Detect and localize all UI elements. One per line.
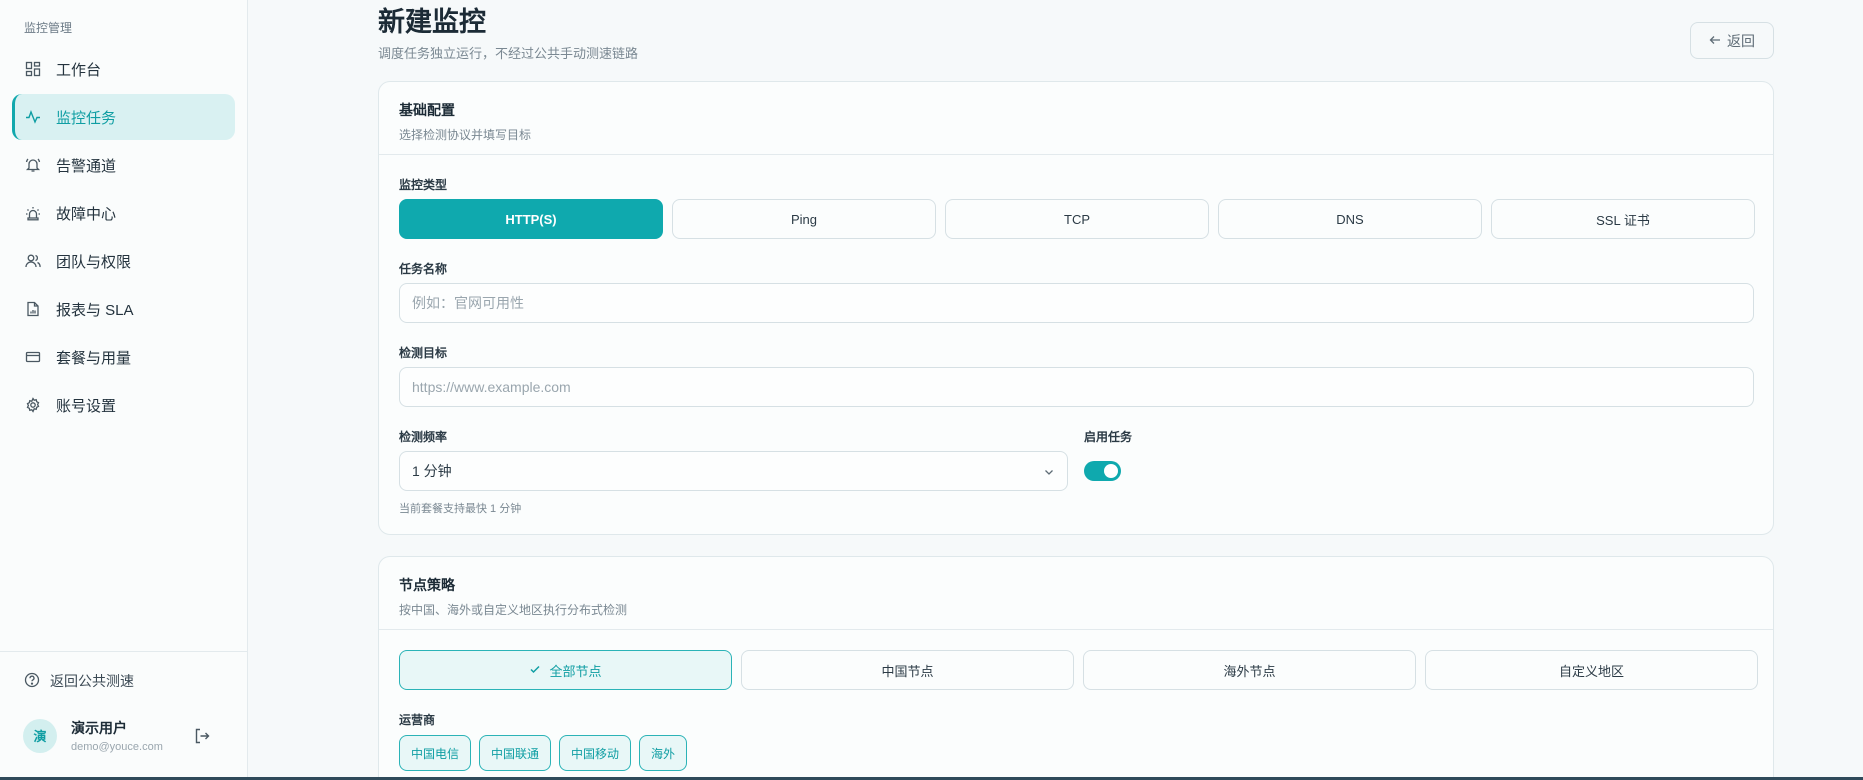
arrow-left-icon [1709, 33, 1721, 49]
check-target-input[interactable] [399, 367, 1754, 407]
type-option-tcp[interactable]: TCP [945, 199, 1209, 239]
sidebar: 监控管理 工作台 监控任务 告警通道 故障中心 团队与权限 报表与 SLA 套餐… [0, 0, 248, 777]
user-profile: 演 演示用户 demo@youce.com [23, 718, 163, 753]
carrier-chip[interactable]: 中国移动 [559, 735, 632, 771]
back-public-label: 返回公共测速 [50, 673, 134, 689]
card-description: 选择检测协议并填写目标 [399, 128, 532, 142]
monitor-type-label: 监控类型 [399, 178, 448, 192]
node-scope-selector: 全部节点 中国节点 海外节点 自定义地区 [399, 650, 1758, 690]
sidebar-nav: 工作台 监控任务 告警通道 故障中心 团队与权限 报表与 SLA 套餐与用量 账… [12, 46, 235, 430]
card-header: 节点策略 按中国、海外或自定义地区执行分布式检测 [379, 557, 1773, 630]
sidebar-item-label: 团队与权限 [56, 253, 132, 271]
siren-icon [24, 204, 42, 222]
avatar: 演 [23, 718, 57, 753]
node-option-custom-region[interactable]: 自定义地区 [1425, 650, 1758, 690]
sidebar-item-reports-sla[interactable]: 报表与 SLA [12, 286, 235, 332]
node-option-china[interactable]: 中国节点 [741, 650, 1074, 690]
sidebar-item-account-settings[interactable]: 账号设置 [12, 382, 235, 428]
task-name-label: 任务名称 [399, 262, 448, 276]
sidebar-item-label: 报表与 SLA [56, 301, 134, 319]
monitor-type-selector: HTTP(S) Ping TCP DNS SSL 证书 [399, 199, 1755, 239]
sidebar-item-label: 监控任务 [56, 109, 117, 127]
sidebar-item-label: 账号设置 [56, 397, 117, 415]
type-option-ping[interactable]: Ping [672, 199, 936, 239]
back-button-label: 返回 [1727, 32, 1755, 49]
page-title: 新建监控 [378, 7, 486, 37]
dashboard-icon [24, 60, 42, 78]
logout-icon[interactable] [193, 727, 211, 745]
sidebar-item-label: 告警通道 [56, 157, 117, 175]
type-option-dns[interactable]: DNS [1218, 199, 1482, 239]
back-button[interactable]: 返回 [1690, 22, 1774, 59]
credit-card-icon [24, 348, 42, 366]
check-icon [529, 663, 541, 678]
sidebar-divider [0, 651, 248, 652]
page-subtitle: 调度任务独立运行，不经过公共手动测速链路 [378, 46, 639, 61]
back-to-public-speedtest-link[interactable]: 返回公共测速 [24, 671, 134, 691]
sidebar-item-label: 套餐与用量 [56, 349, 132, 367]
type-option-https[interactable]: HTTP(S) [399, 199, 663, 239]
enable-task-toggle[interactable] [1084, 461, 1121, 481]
node-strategy-card: 节点策略 按中国、海外或自定义地区执行分布式检测 全部节点 中国节点 海外节点 … [378, 556, 1774, 780]
frequency-hint: 当前套餐支持最快 1 分钟 [399, 503, 522, 515]
carrier-chip[interactable]: 中国电信 [399, 735, 472, 771]
check-target-label: 检测目标 [399, 346, 448, 360]
check-frequency-label: 检测频率 [399, 430, 448, 444]
users-icon [24, 252, 42, 270]
card-title: 基础配置 [399, 102, 455, 118]
node-option-all[interactable]: 全部节点 [399, 650, 732, 690]
basic-config-card: 基础配置 选择检测协议并填写目标 监控类型 HTTP(S) Ping TCP D… [378, 81, 1774, 535]
help-circle-icon [24, 672, 40, 691]
enable-task-label: 启用任务 [1084, 430, 1133, 444]
sidebar-item-incident-center[interactable]: 故障中心 [12, 190, 235, 236]
chevron-down-icon [1043, 465, 1055, 481]
sidebar-item-team-permissions[interactable]: 团队与权限 [12, 238, 235, 284]
carrier-label: 运营商 [399, 713, 436, 727]
card-header: 基础配置 选择检测协议并填写目标 [379, 82, 1773, 155]
sidebar-item-plans-usage[interactable]: 套餐与用量 [12, 334, 235, 380]
check-frequency-select[interactable]: 1 分钟 [399, 451, 1068, 491]
carrier-chips: 中国电信 中国联通 中国移动 海外 [399, 735, 688, 771]
file-chart-icon [24, 300, 42, 318]
node-option-overseas[interactable]: 海外节点 [1083, 650, 1416, 690]
sidebar-item-monitor-tasks[interactable]: 监控任务 [12, 94, 235, 140]
sidebar-section-title: 监控管理 [24, 21, 73, 35]
node-option-label: 全部节点 [549, 663, 602, 679]
carrier-chip[interactable]: 中国联通 [479, 735, 552, 771]
toggle-knob [1104, 464, 1118, 478]
task-name-input[interactable] [399, 283, 1754, 323]
sidebar-item-label: 工作台 [56, 61, 102, 79]
card-title: 节点策略 [399, 577, 455, 593]
type-option-ssl[interactable]: SSL 证书 [1491, 199, 1755, 239]
carrier-chip[interactable]: 海外 [639, 735, 688, 771]
card-description: 按中国、海外或自定义地区执行分布式检测 [399, 603, 628, 617]
sidebar-item-label: 故障中心 [56, 205, 117, 223]
sidebar-item-alert-channels[interactable]: 告警通道 [12, 142, 235, 188]
check-frequency-value: 1 分钟 [412, 463, 452, 479]
user-email: demo@youce.com [71, 741, 163, 753]
bell-icon [24, 156, 42, 174]
sidebar-item-dashboard[interactable]: 工作台 [12, 46, 235, 92]
user-name: 演示用户 [71, 720, 127, 736]
activity-icon [24, 108, 42, 126]
gear-icon [24, 396, 42, 414]
